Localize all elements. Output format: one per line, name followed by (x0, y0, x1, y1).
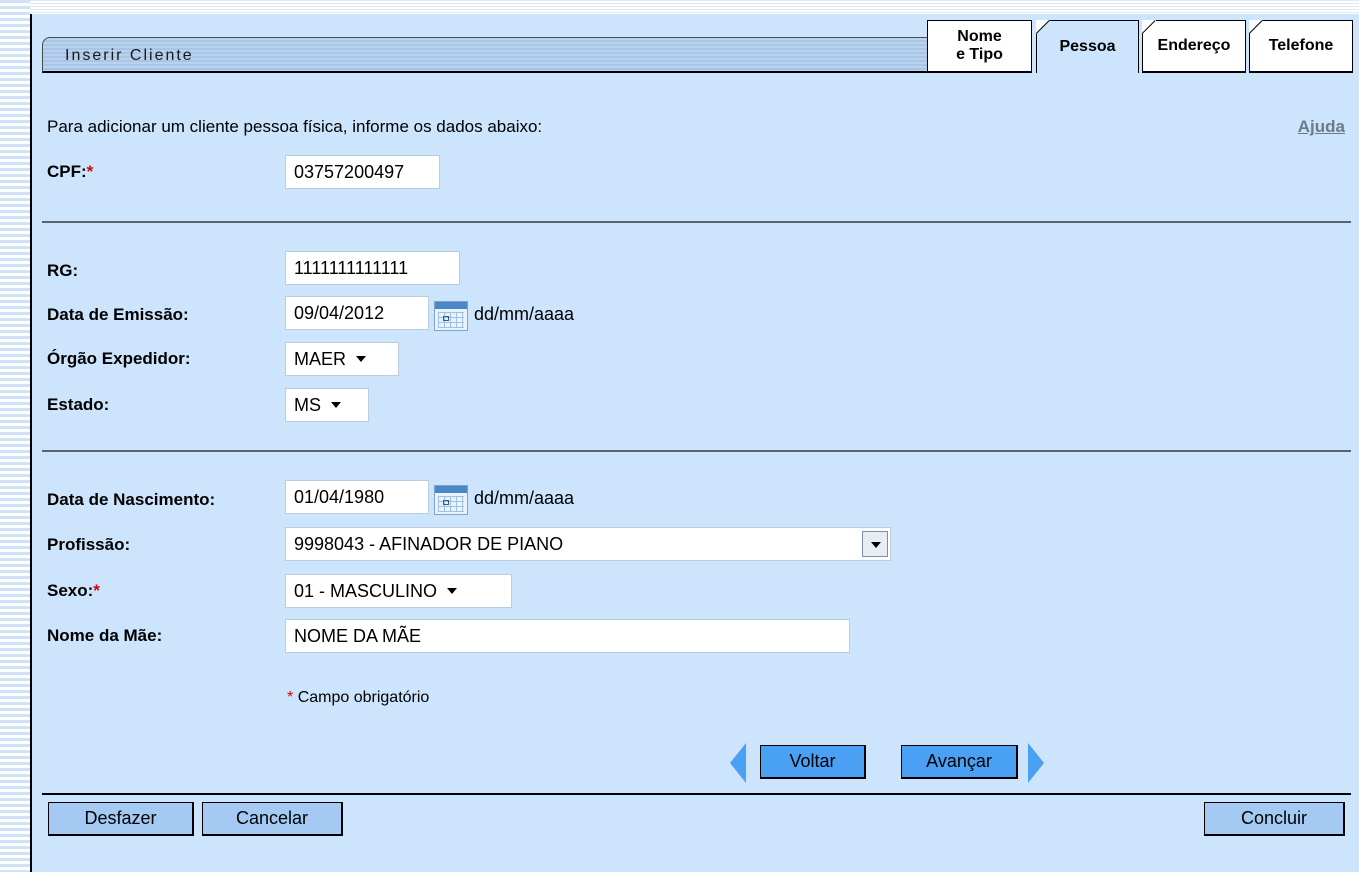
finish-button[interactable]: Concluir (1204, 802, 1345, 836)
tab-pessoa[interactable]: Pessoa (1036, 20, 1139, 73)
nome-mae-input[interactable]: NOME DA MÃE (285, 619, 850, 653)
required-mark: * (287, 689, 294, 706)
cpf-input[interactable]: 03757200497 (285, 155, 440, 189)
orgao-expedidor-label: Órgão Expedidor: (47, 349, 191, 368)
sexo-value: 01 - MASCULINO (294, 580, 438, 601)
form-panel: Inserir Cliente Nome e Tipo Pessoa Endere… (30, 14, 1359, 872)
orgao-expedidor-select[interactable]: MAER (285, 342, 399, 376)
divider (42, 450, 1351, 452)
tab-nome-tipo[interactable]: Nome e Tipo (927, 20, 1032, 73)
calendar-icon[interactable] (434, 301, 468, 331)
rg-input[interactable]: 1111111111111 (285, 251, 460, 285)
chevron-down-icon (331, 402, 341, 408)
cancel-button[interactable]: Cancelar (202, 802, 343, 836)
sexo-label: Sexo:* (47, 581, 100, 601)
next-button[interactable]: Avançar (901, 745, 1018, 779)
rg-label: RG: (47, 261, 79, 280)
undo-button[interactable]: Desfazer (48, 802, 194, 836)
tab-nome-tipo-line2: e Tipo (956, 46, 1003, 63)
date-format-hint: dd/mm/aaaa (474, 304, 575, 324)
tab-endereco[interactable]: Endereço (1142, 20, 1246, 73)
back-button[interactable]: Voltar (760, 745, 866, 779)
intro-text: Para adicionar um cliente pessoa física,… (47, 117, 543, 136)
tab-pessoa-label: Pessoa (1059, 38, 1116, 55)
required-note-text: Campo obrigatório (297, 689, 430, 706)
orgao-expedidor-value: MAER (294, 348, 347, 369)
tab-telefone-label: Telefone (1268, 37, 1334, 54)
data-nascimento-input[interactable]: 01/04/1980 (285, 480, 429, 514)
nome-mae-label: Nome da Mãe: (47, 626, 163, 645)
required-mark: * (93, 581, 100, 600)
cpf-label-text: CPF: (47, 162, 87, 181)
cpf-label: CPF:* (47, 162, 93, 182)
arrow-left-icon[interactable] (730, 743, 746, 783)
tab-nome-tipo-line1: Nome (957, 28, 1002, 45)
date-format-hint: dd/mm/aaaa (474, 488, 575, 508)
chevron-down-icon (447, 588, 458, 594)
help-link[interactable]: Ajuda (1298, 117, 1345, 137)
required-note: * Campo obrigatório (287, 689, 429, 707)
data-emissao-label: Data de Emissão: (47, 305, 189, 324)
tab-fold (1036, 20, 1050, 34)
tab-telefone[interactable]: Telefone (1249, 20, 1353, 73)
data-emissao-input[interactable]: 09/04/2012 (285, 296, 429, 330)
top-stripe (0, 0, 1359, 14)
calendar-icon[interactable] (434, 485, 468, 515)
page-title: Inserir Cliente (65, 47, 194, 64)
title-bar: Inserir Cliente (42, 37, 936, 73)
left-gutter (0, 0, 30, 872)
profissao-combobox[interactable]: 9998043 - AFINADOR DE PIANO (285, 527, 891, 561)
data-nascimento-label: Data de Nascimento: (47, 490, 216, 509)
tab-endereco-label: Endereço (1157, 37, 1231, 54)
divider (42, 221, 1351, 223)
tab-fold (1142, 20, 1156, 34)
sexo-label-text: Sexo: (47, 581, 94, 600)
profissao-label: Profissão: (47, 535, 131, 554)
sexo-select[interactable]: 01 - MASCULINO (285, 574, 512, 608)
chevron-down-icon (356, 356, 367, 362)
chevron-down-icon[interactable] (862, 531, 888, 557)
arrow-right-icon[interactable] (1028, 743, 1044, 783)
required-mark: * (86, 162, 94, 181)
estado-label: Estado: (47, 395, 110, 414)
estado-select[interactable]: MS (285, 388, 369, 422)
profissao-value: 9998043 - AFINADOR DE PIANO (294, 533, 564, 554)
estado-value: MS (294, 394, 321, 415)
tab-fold (1249, 20, 1263, 34)
footer-divider (42, 793, 1351, 795)
